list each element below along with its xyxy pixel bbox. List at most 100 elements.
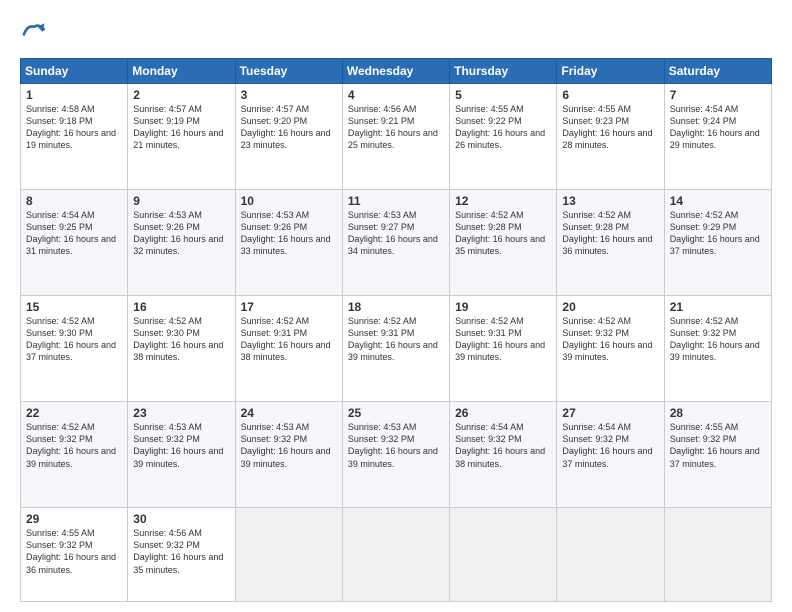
- calendar-cell: 13 Sunrise: 4:52 AMSunset: 9:28 PMDaylig…: [557, 190, 664, 296]
- day-info: Sunrise: 4:55 AMSunset: 9:32 PMDaylight:…: [26, 528, 116, 574]
- day-header-wednesday: Wednesday: [342, 59, 449, 84]
- calendar-week-1: 1 Sunrise: 4:58 AMSunset: 9:18 PMDayligh…: [21, 84, 772, 190]
- day-number: 8: [26, 194, 123, 208]
- day-info: Sunrise: 4:58 AMSunset: 9:18 PMDaylight:…: [26, 104, 116, 150]
- calendar-week-4: 22 Sunrise: 4:52 AMSunset: 9:32 PMDaylig…: [21, 402, 772, 508]
- calendar-cell: 18 Sunrise: 4:52 AMSunset: 9:31 PMDaylig…: [342, 296, 449, 402]
- day-number: 21: [670, 300, 767, 314]
- calendar-cell: 2 Sunrise: 4:57 AMSunset: 9:19 PMDayligh…: [128, 84, 235, 190]
- calendar-cell: 26 Sunrise: 4:54 AMSunset: 9:32 PMDaylig…: [450, 402, 557, 508]
- calendar-cell: 29 Sunrise: 4:55 AMSunset: 9:32 PMDaylig…: [21, 508, 128, 602]
- day-header-thursday: Thursday: [450, 59, 557, 84]
- day-number: 17: [241, 300, 338, 314]
- day-info: Sunrise: 4:52 AMSunset: 9:30 PMDaylight:…: [133, 316, 223, 362]
- day-info: Sunrise: 4:52 AMSunset: 9:32 PMDaylight:…: [562, 316, 652, 362]
- day-info: Sunrise: 4:52 AMSunset: 9:31 PMDaylight:…: [241, 316, 331, 362]
- day-number: 22: [26, 406, 123, 420]
- day-header-tuesday: Tuesday: [235, 59, 342, 84]
- day-info: Sunrise: 4:52 AMSunset: 9:29 PMDaylight:…: [670, 210, 760, 256]
- day-info: Sunrise: 4:53 AMSunset: 9:32 PMDaylight:…: [241, 422, 331, 468]
- day-number: 11: [348, 194, 445, 208]
- calendar-cell: 23 Sunrise: 4:53 AMSunset: 9:32 PMDaylig…: [128, 402, 235, 508]
- day-info: Sunrise: 4:54 AMSunset: 9:32 PMDaylight:…: [562, 422, 652, 468]
- calendar: SundayMondayTuesdayWednesdayThursdayFrid…: [20, 58, 772, 602]
- calendar-week-2: 8 Sunrise: 4:54 AMSunset: 9:25 PMDayligh…: [21, 190, 772, 296]
- day-number: 16: [133, 300, 230, 314]
- day-info: Sunrise: 4:53 AMSunset: 9:32 PMDaylight:…: [348, 422, 438, 468]
- calendar-cell: 4 Sunrise: 4:56 AMSunset: 9:21 PMDayligh…: [342, 84, 449, 190]
- day-info: Sunrise: 4:55 AMSunset: 9:22 PMDaylight:…: [455, 104, 545, 150]
- calendar-cell: 6 Sunrise: 4:55 AMSunset: 9:23 PMDayligh…: [557, 84, 664, 190]
- days-header-row: SundayMondayTuesdayWednesdayThursdayFrid…: [21, 59, 772, 84]
- day-number: 23: [133, 406, 230, 420]
- calendar-cell: 24 Sunrise: 4:53 AMSunset: 9:32 PMDaylig…: [235, 402, 342, 508]
- calendar-cell: 28 Sunrise: 4:55 AMSunset: 9:32 PMDaylig…: [664, 402, 771, 508]
- calendar-cell: 10 Sunrise: 4:53 AMSunset: 9:26 PMDaylig…: [235, 190, 342, 296]
- day-info: Sunrise: 4:53 AMSunset: 9:26 PMDaylight:…: [133, 210, 223, 256]
- day-number: 7: [670, 88, 767, 102]
- day-number: 2: [133, 88, 230, 102]
- calendar-cell: 30 Sunrise: 4:56 AMSunset: 9:32 PMDaylig…: [128, 508, 235, 602]
- day-info: Sunrise: 4:57 AMSunset: 9:19 PMDaylight:…: [133, 104, 223, 150]
- calendar-week-5: 29 Sunrise: 4:55 AMSunset: 9:32 PMDaylig…: [21, 508, 772, 602]
- day-info: Sunrise: 4:57 AMSunset: 9:20 PMDaylight:…: [241, 104, 331, 150]
- calendar-cell: 12 Sunrise: 4:52 AMSunset: 9:28 PMDaylig…: [450, 190, 557, 296]
- day-number: 12: [455, 194, 552, 208]
- day-info: Sunrise: 4:52 AMSunset: 9:30 PMDaylight:…: [26, 316, 116, 362]
- day-number: 28: [670, 406, 767, 420]
- calendar-body: 1 Sunrise: 4:58 AMSunset: 9:18 PMDayligh…: [21, 84, 772, 602]
- day-number: 10: [241, 194, 338, 208]
- calendar-cell: 21 Sunrise: 4:52 AMSunset: 9:32 PMDaylig…: [664, 296, 771, 402]
- calendar-cell: [664, 508, 771, 602]
- calendar-cell: 27 Sunrise: 4:54 AMSunset: 9:32 PMDaylig…: [557, 402, 664, 508]
- day-number: 14: [670, 194, 767, 208]
- day-number: 20: [562, 300, 659, 314]
- calendar-cell: 15 Sunrise: 4:52 AMSunset: 9:30 PMDaylig…: [21, 296, 128, 402]
- day-info: Sunrise: 4:52 AMSunset: 9:31 PMDaylight:…: [348, 316, 438, 362]
- day-info: Sunrise: 4:53 AMSunset: 9:32 PMDaylight:…: [133, 422, 223, 468]
- calendar-week-3: 15 Sunrise: 4:52 AMSunset: 9:30 PMDaylig…: [21, 296, 772, 402]
- day-info: Sunrise: 4:56 AMSunset: 9:21 PMDaylight:…: [348, 104, 438, 150]
- calendar-cell: [557, 508, 664, 602]
- day-info: Sunrise: 4:55 AMSunset: 9:23 PMDaylight:…: [562, 104, 652, 150]
- day-number: 27: [562, 406, 659, 420]
- day-info: Sunrise: 4:53 AMSunset: 9:26 PMDaylight:…: [241, 210, 331, 256]
- day-number: 4: [348, 88, 445, 102]
- calendar-cell: 16 Sunrise: 4:52 AMSunset: 9:30 PMDaylig…: [128, 296, 235, 402]
- calendar-cell: 8 Sunrise: 4:54 AMSunset: 9:25 PMDayligh…: [21, 190, 128, 296]
- calendar-cell: [450, 508, 557, 602]
- day-header-sunday: Sunday: [21, 59, 128, 84]
- calendar-cell: [342, 508, 449, 602]
- day-number: 9: [133, 194, 230, 208]
- day-info: Sunrise: 4:52 AMSunset: 9:28 PMDaylight:…: [455, 210, 545, 256]
- day-number: 15: [26, 300, 123, 314]
- day-number: 5: [455, 88, 552, 102]
- page: SundayMondayTuesdayWednesdayThursdayFrid…: [0, 0, 792, 612]
- day-info: Sunrise: 4:52 AMSunset: 9:31 PMDaylight:…: [455, 316, 545, 362]
- day-number: 18: [348, 300, 445, 314]
- calendar-cell: 19 Sunrise: 4:52 AMSunset: 9:31 PMDaylig…: [450, 296, 557, 402]
- day-header-friday: Friday: [557, 59, 664, 84]
- day-info: Sunrise: 4:52 AMSunset: 9:28 PMDaylight:…: [562, 210, 652, 256]
- day-info: Sunrise: 4:52 AMSunset: 9:32 PMDaylight:…: [26, 422, 116, 468]
- logo-icon: [20, 18, 48, 46]
- calendar-cell: 11 Sunrise: 4:53 AMSunset: 9:27 PMDaylig…: [342, 190, 449, 296]
- calendar-cell: 5 Sunrise: 4:55 AMSunset: 9:22 PMDayligh…: [450, 84, 557, 190]
- day-info: Sunrise: 4:53 AMSunset: 9:27 PMDaylight:…: [348, 210, 438, 256]
- calendar-cell: 3 Sunrise: 4:57 AMSunset: 9:20 PMDayligh…: [235, 84, 342, 190]
- calendar-cell: 7 Sunrise: 4:54 AMSunset: 9:24 PMDayligh…: [664, 84, 771, 190]
- calendar-cell: 25 Sunrise: 4:53 AMSunset: 9:32 PMDaylig…: [342, 402, 449, 508]
- day-number: 3: [241, 88, 338, 102]
- day-number: 30: [133, 512, 230, 526]
- day-info: Sunrise: 4:54 AMSunset: 9:25 PMDaylight:…: [26, 210, 116, 256]
- day-number: 1: [26, 88, 123, 102]
- day-info: Sunrise: 4:54 AMSunset: 9:24 PMDaylight:…: [670, 104, 760, 150]
- calendar-cell: 22 Sunrise: 4:52 AMSunset: 9:32 PMDaylig…: [21, 402, 128, 508]
- header: [20, 18, 772, 48]
- day-info: Sunrise: 4:52 AMSunset: 9:32 PMDaylight:…: [670, 316, 760, 362]
- day-info: Sunrise: 4:54 AMSunset: 9:32 PMDaylight:…: [455, 422, 545, 468]
- calendar-cell: 20 Sunrise: 4:52 AMSunset: 9:32 PMDaylig…: [557, 296, 664, 402]
- day-number: 29: [26, 512, 123, 526]
- day-info: Sunrise: 4:56 AMSunset: 9:32 PMDaylight:…: [133, 528, 223, 574]
- day-header-saturday: Saturday: [664, 59, 771, 84]
